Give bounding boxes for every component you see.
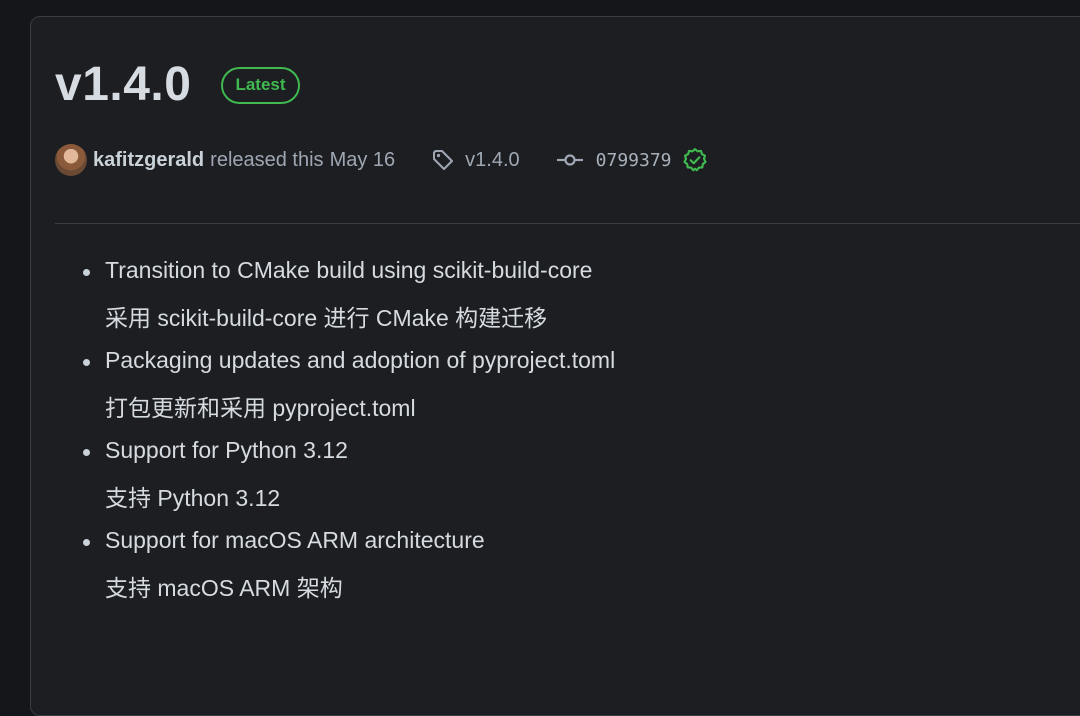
release-title[interactable]: v1.4.0 (55, 55, 191, 115)
author-link[interactable]: kafitzgerald (93, 149, 204, 172)
note-text-zh: 支持 macOS ARM 架构 (105, 575, 343, 601)
released-text: released this (210, 148, 324, 171)
note-text-zh: 采用 scikit-build-core 进行 CMake 构建迁移 (105, 305, 548, 331)
release-date: May 16 (329, 148, 396, 171)
list-item: Packaging updates and adoption of pyproj… (79, 343, 615, 425)
bullet (83, 269, 90, 276)
tag-link[interactable]: v1.4.0 (431, 148, 520, 172)
divider (55, 223, 1080, 224)
tag-label: v1.4.0 (465, 148, 520, 171)
avatar[interactable] (55, 144, 87, 176)
list-item: Support for Python 3.12 支持 Python 3.12 (79, 433, 615, 515)
release-meta: kafitzgerald released this May 16 v1.4.0… (55, 143, 708, 177)
tag-icon (433, 150, 454, 170)
note-text-en: Support for Python 3.12 (105, 437, 348, 463)
release-header: v1.4.0 Latest (55, 55, 300, 115)
list-item: Transition to CMake build using scikit-b… (79, 253, 615, 335)
note-text-en: Support for macOS ARM architecture (105, 527, 485, 553)
note-text-en: Transition to CMake build using scikit-b… (105, 257, 593, 283)
note-text-zh: 打包更新和采用 pyproject.toml (105, 395, 416, 421)
commit-link[interactable]: 0799379 (556, 147, 708, 173)
release-notes-list: Transition to CMake build using scikit-b… (79, 253, 615, 613)
list-item: Support for macOS ARM architecture 支持 ma… (79, 523, 615, 605)
commit-sha: 0799379 (595, 149, 672, 171)
verified-check-icon[interactable] (682, 147, 708, 173)
note-text-zh: 支持 Python 3.12 (105, 485, 281, 511)
latest-badge: Latest (221, 66, 300, 104)
release-card: v1.4.0 Latest kafitzgerald released this… (30, 16, 1080, 716)
bullet (83, 359, 90, 366)
git-commit-icon (556, 154, 583, 166)
note-text-en: Packaging updates and adoption of pyproj… (105, 347, 616, 373)
bullet (83, 539, 90, 546)
bullet (83, 449, 90, 456)
